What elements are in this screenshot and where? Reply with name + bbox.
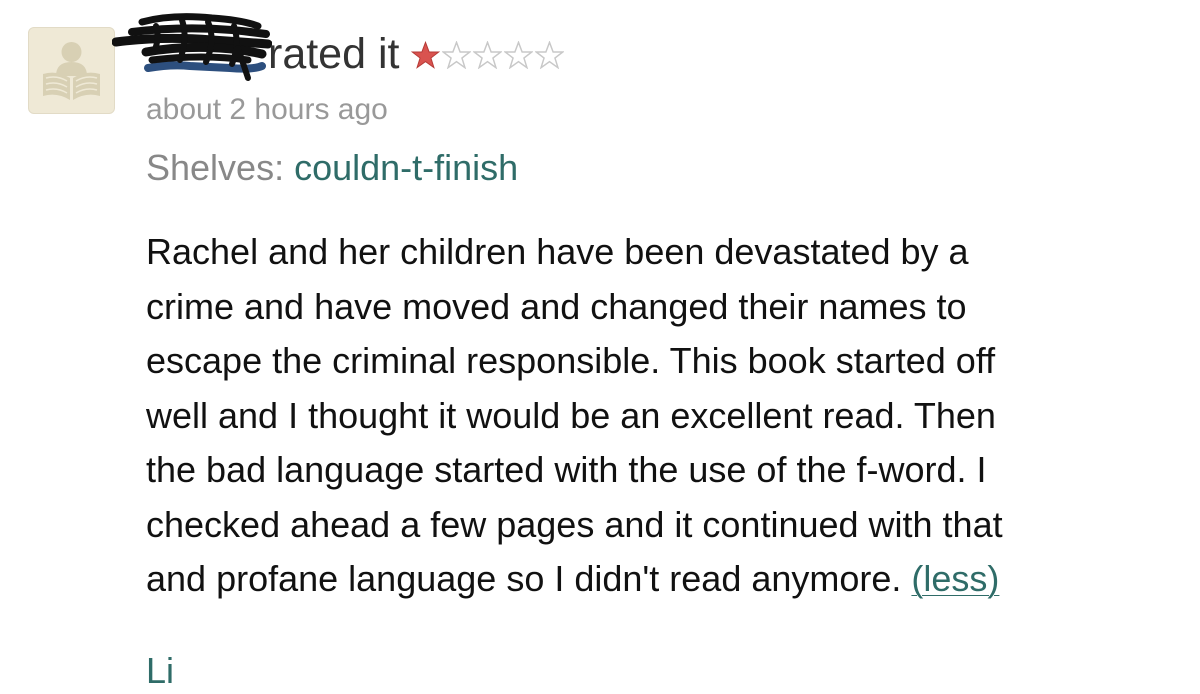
review-line: checked ahead a few pages and it continu… [146,503,1003,545]
review-line: crime and have moved and changed their n… [146,285,967,327]
review-line-text: and profane language so I didn't read an… [146,558,902,599]
shelf-link[interactable]: couldn-t-finish [294,147,518,188]
review-line: Rachel and her children have been devast… [146,231,969,272]
shelves-label: Shelves: [146,147,285,188]
default-reader-avatar-icon [43,42,100,100]
shelves-line: Shelves: couldn-t-finish [146,145,518,191]
redacted-username [111,8,273,88]
user-avatar[interactable] [28,27,115,114]
review-line-last: and profane language so I didn't read an… [146,552,1166,607]
review-timestamp[interactable]: about 2 hours ago [146,90,388,130]
like-link-cutoff[interactable]: Li [146,648,174,694]
star-empty-icon[interactable] [535,41,565,69]
rated-it-label: rated it [268,30,400,78]
star-filled-icon[interactable] [411,41,441,69]
less-link[interactable]: (less) [911,558,999,599]
review-line: the bad language started with the use of… [146,449,987,490]
rating-line: rated it [268,26,566,82]
review-body: Rachel and her children have been devast… [146,225,1166,607]
star-empty-icon[interactable] [473,41,503,69]
star-rating [411,41,566,69]
review-line: well and I thought it would be an excell… [146,394,996,436]
review-line: escape the criminal responsible. This bo… [146,340,996,381]
star-empty-icon[interactable] [442,41,472,69]
star-empty-icon[interactable] [504,41,534,69]
